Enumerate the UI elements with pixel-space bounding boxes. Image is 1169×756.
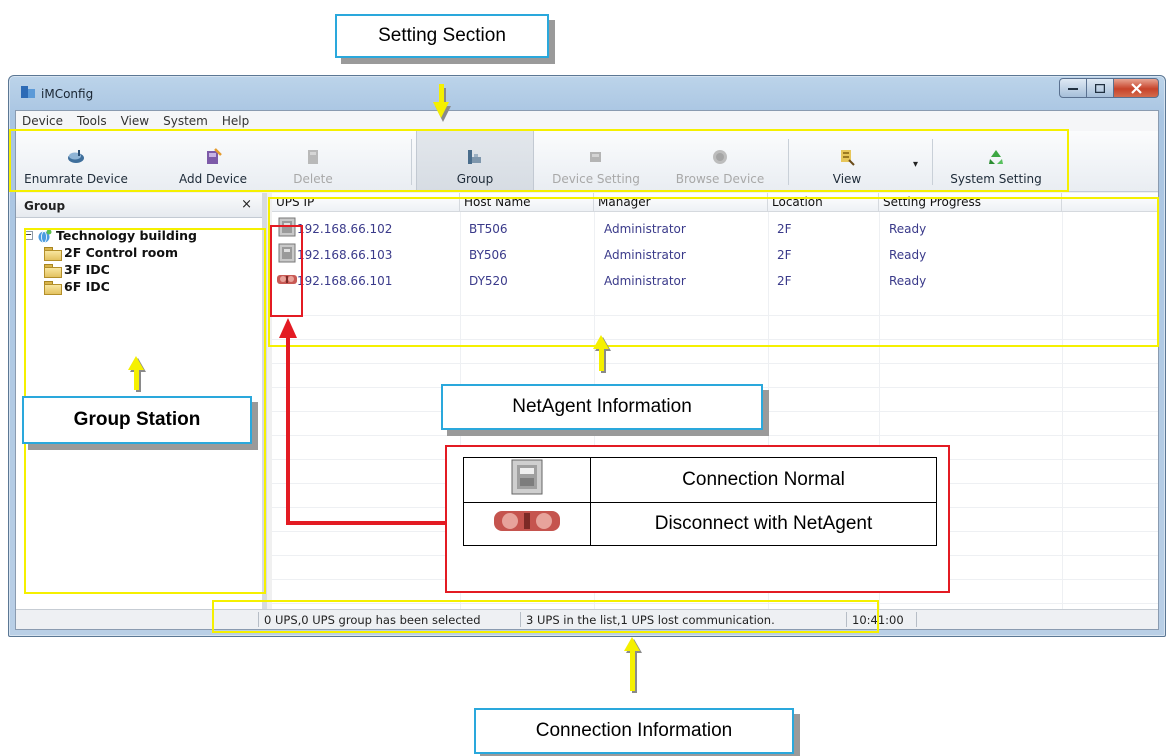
legend-table: Connection Normal Disconnect with NetAge…: [463, 457, 937, 546]
status-legend: Connection Normal Disconnect with NetAge…: [445, 445, 950, 593]
group-station-callout: Group Station: [22, 396, 252, 444]
netagent-info-callout: NetAgent Information: [441, 384, 763, 430]
legend-normal-label: Connection Normal: [590, 457, 937, 503]
group-station-arrow: [128, 356, 146, 392]
ups-disconnected-icon: [494, 511, 560, 531]
red-arrow-connector: [279, 318, 446, 525]
connection-info-arrow: [624, 637, 642, 693]
legend-row: Connection Normal: [463, 457, 937, 503]
ups-connected-icon: [511, 459, 543, 495]
legend-icon-cell: [463, 502, 591, 546]
connection-info-callout: Connection Information: [474, 708, 794, 754]
setting-section-arrow: [433, 84, 451, 122]
legend-icon-cell: [463, 457, 591, 503]
setting-section-callout: Setting Section: [335, 14, 549, 58]
legend-row: Disconnect with NetAgent: [463, 502, 937, 546]
legend-disconnect-label: Disconnect with NetAgent: [590, 502, 937, 546]
netagent-info-arrow: [593, 335, 611, 373]
